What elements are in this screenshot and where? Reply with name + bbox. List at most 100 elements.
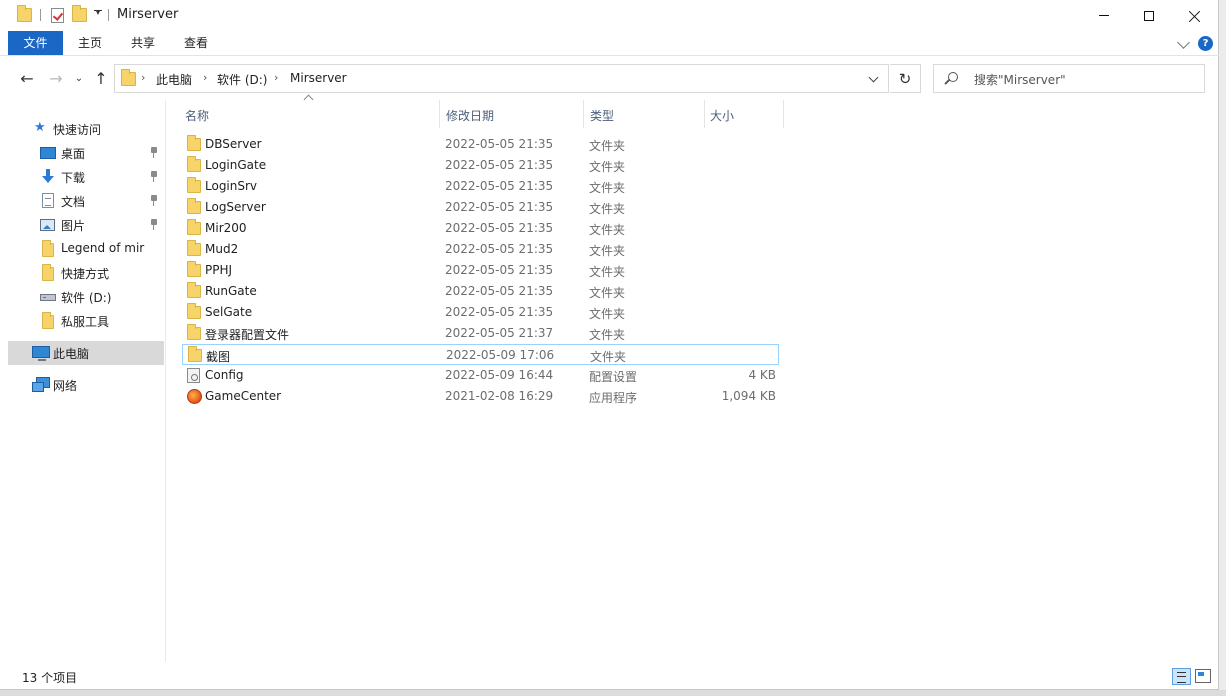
- folder-icon: [187, 261, 201, 277]
- download-icon: [41, 169, 55, 185]
- file-row[interactable]: Mir200 2022-05-05 21:35 文件夹: [182, 218, 779, 239]
- tab-view[interactable]: 查看: [170, 31, 222, 55]
- nav-item-documents[interactable]: 文档: [0, 189, 164, 213]
- file-row[interactable]: 登录器配置文件 2022-05-05 21:37 文件夹: [182, 323, 779, 344]
- tab-share[interactable]: 共享: [117, 31, 169, 55]
- breadcrumb-this-pc[interactable]: 此电脑: [156, 71, 192, 88]
- star-icon: ★: [34, 120, 46, 135]
- forward-button[interactable]: →: [45, 67, 67, 89]
- file-date: 2022-05-05 21:35: [445, 158, 554, 172]
- file-date: 2022-05-05 21:35: [445, 200, 554, 214]
- title-separator: [108, 9, 109, 21]
- file-name: Mud2: [205, 242, 239, 256]
- nav-item-quick-access[interactable]: ★ 快速访问: [0, 117, 164, 141]
- folder-icon: [42, 312, 54, 329]
- nav-item-downloads[interactable]: 下载: [0, 165, 164, 189]
- file-name: LoginSrv: [205, 179, 258, 193]
- file-name: 截图: [206, 350, 231, 364]
- item-count: 13 个项目: [22, 671, 78, 685]
- address-bar[interactable]: › 此电脑 › 软件 (D:) › Mirserver: [114, 64, 889, 93]
- folder-icon: [187, 198, 201, 214]
- file-row[interactable]: DBServer 2022-05-05 21:35 文件夹: [182, 134, 779, 155]
- network-icon: [32, 377, 50, 392]
- nav-label: 文档: [61, 195, 86, 209]
- file-type: 文件夹: [589, 223, 626, 237]
- new-folder-icon[interactable]: [71, 5, 87, 24]
- column-header-name[interactable]: 名称: [180, 101, 438, 128]
- file-row[interactable]: Config 2022-05-09 16:44 配置设置 4 KB: [182, 365, 779, 386]
- expand-ribbon-chevron-icon[interactable]: [1177, 36, 1190, 49]
- file-type: 文件夹: [590, 350, 627, 364]
- nav-item-private-tools[interactable]: 私服工具: [0, 309, 164, 333]
- nav-label: 快捷方式: [61, 267, 110, 281]
- file-row[interactable]: LoginSrv 2022-05-05 21:35 文件夹: [182, 176, 779, 197]
- refresh-button[interactable]: ↻: [890, 64, 921, 93]
- help-icon[interactable]: ?: [1198, 36, 1213, 51]
- nav-item-this-pc[interactable]: 此电脑: [8, 341, 164, 365]
- close-icon: [1189, 10, 1201, 22]
- search-placeholder: 搜索"Mirserver": [974, 73, 1066, 87]
- folder-icon: [187, 303, 201, 319]
- column-header-type[interactable]: 类型: [584, 101, 704, 128]
- recent-locations-chevron-icon[interactable]: ⌄: [68, 67, 90, 89]
- file-row[interactable]: Mud2 2022-05-05 21:35 文件夹: [182, 239, 779, 260]
- up-button[interactable]: ↑: [90, 67, 112, 89]
- large-icons-view-button[interactable]: [1195, 669, 1211, 683]
- file-date: 2022-05-05 21:35: [445, 263, 554, 277]
- nav-item-network[interactable]: 网络: [0, 373, 164, 397]
- ribbon-tabs: 文件 主页 共享 查看 ?: [0, 31, 1219, 56]
- nav-item-drive-d[interactable]: 软件 (D:): [0, 285, 164, 309]
- search-input[interactable]: 搜索"Mirserver": [933, 64, 1205, 93]
- column-divider[interactable]: [783, 100, 784, 128]
- file-date: 2021-02-08 16:29: [445, 389, 554, 403]
- file-date: 2022-05-05 21:35: [445, 179, 554, 193]
- nav-item-shortcuts[interactable]: 快捷方式: [0, 261, 164, 285]
- file-row[interactable]: PPHJ 2022-05-05 21:35 文件夹: [182, 260, 779, 281]
- file-type: 文件夹: [589, 139, 626, 153]
- file-row[interactable]: RunGate 2022-05-05 21:35 文件夹: [182, 281, 779, 302]
- nav-item-legend-of-mir[interactable]: Legend of mir: [0, 237, 164, 261]
- breadcrumb-chevron-icon[interactable]: ›: [274, 71, 278, 84]
- file-type: 文件夹: [589, 181, 626, 195]
- folder-icon: [42, 264, 54, 281]
- window-folder-icon: [16, 5, 32, 24]
- file-type: 配置设置: [589, 370, 638, 384]
- tab-file[interactable]: 文件: [8, 31, 63, 55]
- file-type: 文件夹: [589, 202, 626, 216]
- address-history-chevron-icon[interactable]: [868, 72, 879, 83]
- details-view-button[interactable]: [1172, 668, 1191, 685]
- minimize-button[interactable]: [1081, 0, 1127, 31]
- pin-icon: [150, 147, 158, 159]
- picture-icon: [40, 219, 55, 231]
- file-row[interactable]: LogServer 2022-05-05 21:35 文件夹: [182, 197, 779, 218]
- file-row[interactable]: GameCenter 2021-02-08 16:29 应用程序 1,094 KB: [182, 386, 779, 407]
- close-button[interactable]: [1172, 0, 1218, 31]
- file-row[interactable]: 截图 2022-05-09 17:06 文件夹: [182, 344, 779, 365]
- file-name: GameCenter: [205, 389, 282, 403]
- breadcrumb-mirserver[interactable]: Mirserver: [290, 71, 347, 85]
- file-date: 2022-05-05 21:37: [445, 326, 554, 340]
- file-type: 文件夹: [589, 328, 626, 342]
- breadcrumb-chevron-icon[interactable]: ›: [203, 71, 207, 84]
- nav-item-pictures[interactable]: 图片: [0, 213, 164, 237]
- folder-icon: [187, 324, 201, 340]
- file-date: 2022-05-09 17:06: [446, 348, 555, 362]
- nav-label: 图片: [61, 219, 86, 233]
- explorer-window: ▾ Mirserver 文件 主页 共享 查看 ? ← → ⌄ ↑ › 此电脑 …: [0, 0, 1219, 690]
- folder-icon: [187, 156, 201, 172]
- file-row[interactable]: SelGate 2022-05-05 21:35 文件夹: [182, 302, 779, 323]
- column-header-size[interactable]: 大小: [705, 101, 783, 128]
- breadcrumb-drive[interactable]: 软件 (D:): [217, 71, 267, 88]
- column-header-date[interactable]: 修改日期: [440, 101, 583, 128]
- customize-toolbar-chevron-icon[interactable]: ▾: [93, 8, 103, 22]
- breadcrumb-chevron-icon[interactable]: ›: [141, 71, 145, 84]
- back-button[interactable]: ←: [16, 67, 38, 89]
- properties-icon[interactable]: [49, 6, 65, 24]
- maximize-button[interactable]: [1126, 0, 1172, 31]
- nav-label: 桌面: [61, 147, 86, 161]
- file-row[interactable]: LoginGate 2022-05-05 21:35 文件夹: [182, 155, 779, 176]
- folder-icon: [188, 346, 202, 362]
- nav-item-desktop[interactable]: 桌面: [0, 141, 164, 165]
- tab-home[interactable]: 主页: [64, 31, 116, 55]
- desktop-icon: [40, 147, 56, 159]
